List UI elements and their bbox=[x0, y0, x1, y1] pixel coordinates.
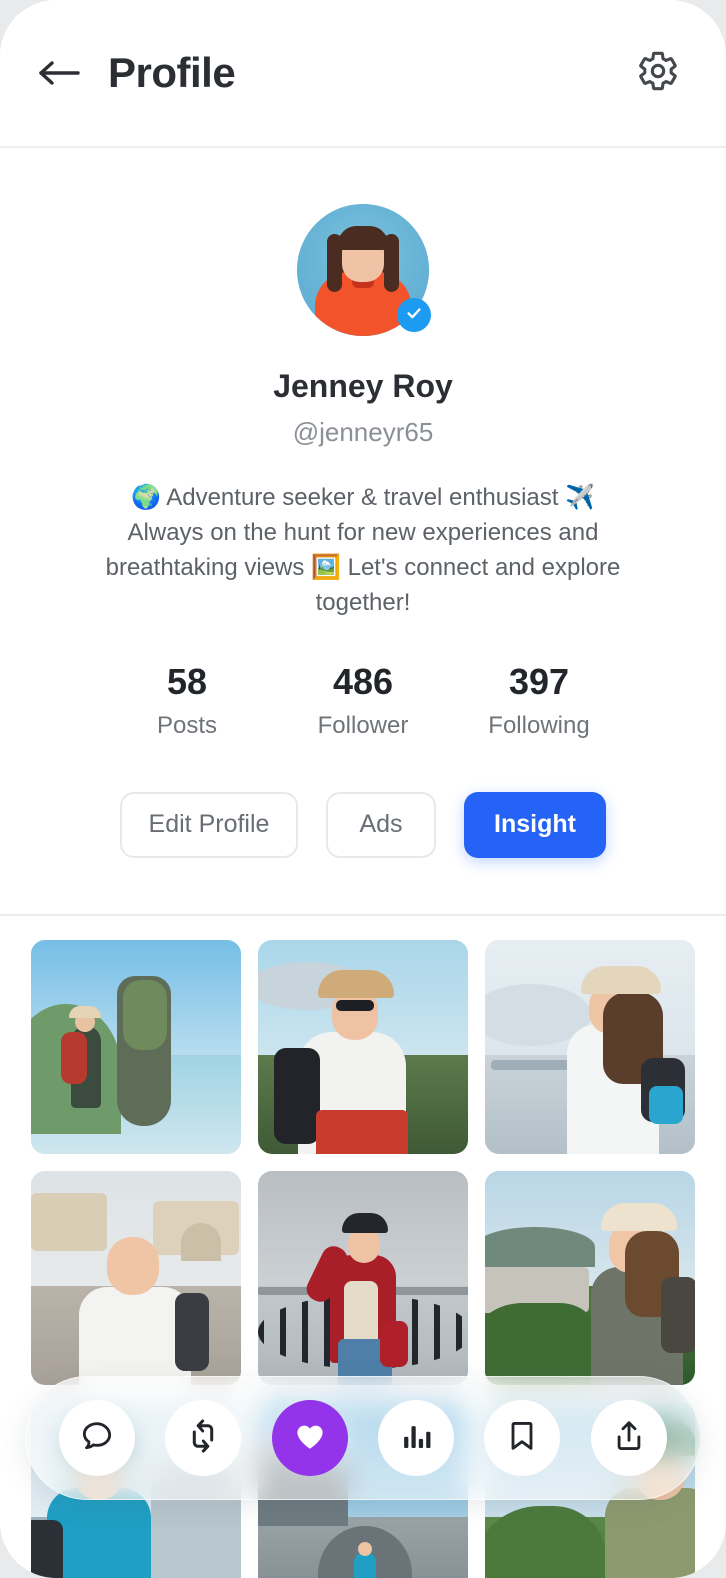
floating-action-bar bbox=[25, 1376, 701, 1500]
edit-profile-button[interactable]: Edit Profile bbox=[120, 791, 298, 858]
analytics-button[interactable] bbox=[378, 1400, 455, 1476]
stat-posts[interactable]: 58 Posts bbox=[99, 662, 275, 740]
post-historic-site[interactable] bbox=[31, 1170, 241, 1385]
like-button[interactable] bbox=[271, 1400, 348, 1476]
bar-chart-icon bbox=[399, 1419, 433, 1458]
ads-button[interactable]: Ads bbox=[326, 791, 436, 858]
comment-icon bbox=[78, 1417, 116, 1460]
comment-button[interactable] bbox=[59, 1400, 136, 1476]
bookmark-icon bbox=[504, 1418, 540, 1459]
back-button[interactable] bbox=[34, 47, 86, 99]
display-name: Jenney Roy bbox=[273, 368, 453, 404]
app-header: Profile bbox=[0, 0, 726, 148]
stat-follower-label: Follower bbox=[317, 711, 409, 739]
avatar-hair-right bbox=[384, 234, 399, 292]
arrow-left-icon bbox=[38, 57, 82, 89]
share-icon bbox=[611, 1418, 647, 1459]
stat-follower[interactable]: 486 Follower bbox=[275, 662, 451, 740]
gear-icon bbox=[636, 49, 680, 98]
bookmark-button[interactable] bbox=[484, 1400, 561, 1476]
bio-text: 🌍 Adventure seeker & travel enthusiast ✈… bbox=[105, 483, 621, 616]
avatar-hair-left bbox=[327, 234, 342, 292]
profile-actions: Edit Profile Ads Insight bbox=[0, 791, 726, 858]
stat-following-value: 397 bbox=[508, 660, 570, 702]
stat-posts-value: 58 bbox=[166, 660, 208, 702]
share-button[interactable] bbox=[590, 1400, 667, 1476]
stat-following-label: Following bbox=[488, 711, 590, 739]
stat-follower-value: 486 bbox=[332, 660, 394, 702]
post-beach-island[interactable] bbox=[31, 939, 241, 1154]
verified-check-icon bbox=[404, 303, 424, 328]
stats-row: 58 Posts 486 Follower 397 Following bbox=[0, 662, 726, 740]
insight-button[interactable]: Insight bbox=[464, 791, 606, 858]
page-title: Profile bbox=[108, 49, 236, 96]
post-red-jacket[interactable] bbox=[258, 1170, 468, 1385]
repost-button[interactable] bbox=[165, 1400, 242, 1476]
settings-button[interactable] bbox=[630, 45, 686, 101]
profile-section: Jenney Roy @jenneyr65 🌍 Adventure seeker… bbox=[0, 148, 726, 916]
post-terminal[interactable] bbox=[485, 939, 695, 1154]
handle: @jenneyr65 bbox=[292, 416, 434, 447]
repost-icon bbox=[184, 1417, 222, 1460]
stat-following[interactable]: 397 Following bbox=[451, 662, 627, 740]
phone-frame: Profile Jenney Roy @jenneyr65 🌍 Adventur… bbox=[0, 0, 726, 1578]
heart-icon bbox=[292, 1418, 328, 1459]
avatar-hair-front bbox=[338, 226, 388, 250]
stat-posts-label: Posts bbox=[156, 711, 218, 739]
post-hill-view[interactable] bbox=[485, 1170, 695, 1385]
avatar[interactable] bbox=[297, 204, 431, 336]
post-phone-call[interactable] bbox=[258, 939, 468, 1154]
verified-badge bbox=[397, 298, 431, 332]
